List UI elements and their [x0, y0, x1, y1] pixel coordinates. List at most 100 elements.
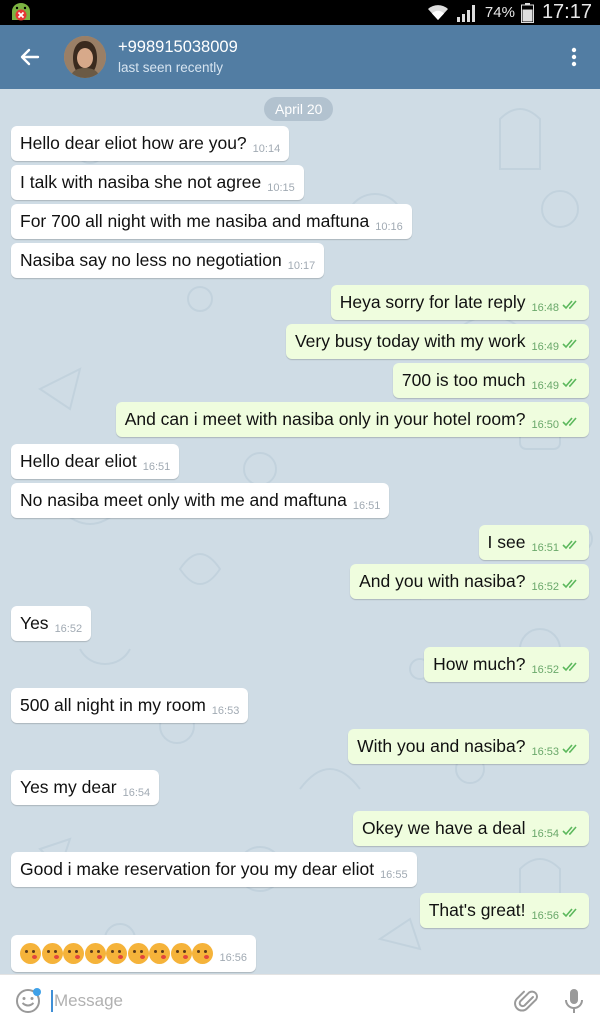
battery-icon — [520, 2, 534, 23]
message-bubble-outgoing[interactable]: Okey we have a deal 16:54 — [353, 811, 589, 846]
double-check-icon — [562, 339, 577, 349]
message-bubble-outgoing[interactable]: That's great! 16:56 — [419, 893, 589, 928]
contact-name[interactable]: +998915038009 — [118, 38, 238, 57]
kiss-emoji-icon — [106, 942, 127, 964]
message-time: 16:51 — [142, 461, 171, 473]
double-check-icon — [562, 826, 577, 836]
message-time: 16:48 — [531, 302, 559, 314]
emoji-row — [20, 942, 214, 964]
message-text: With you and nasiba? — [357, 736, 526, 756]
kiss-emoji-icon — [41, 942, 63, 964]
compose-bar — [0, 974, 600, 1024]
message-bubble-incoming[interactable]: 16:56 — [11, 935, 257, 972]
message-bubble-incoming[interactable]: I talk with nasiba she not agree 10:15 — [11, 165, 304, 200]
message-text: Very busy today with my work — [294, 331, 526, 351]
message-time: 16:56 — [531, 910, 559, 922]
signal-bars-icon — [456, 4, 475, 22]
paperclip-icon[interactable] — [514, 988, 540, 1014]
message-bubble-outgoing[interactable]: Very busy today with my work 16:49 — [285, 324, 589, 359]
message-text: That's great! — [428, 900, 526, 920]
message-time: 16:51 — [352, 500, 381, 512]
double-check-icon — [562, 417, 577, 427]
double-check-icon — [562, 662, 577, 672]
message-text: Good i make reservation for you my dear … — [20, 859, 375, 879]
message-time: 16:54 — [122, 787, 151, 799]
message-text: Nasiba say no less no negotiation — [20, 250, 282, 270]
message-time: 10:17 — [287, 260, 316, 272]
message-bubble-incoming[interactable]: Yes my dear 16:54 — [11, 770, 160, 805]
message-text: For 700 all night with me nasiba and maf… — [20, 211, 370, 231]
kiss-emoji-icon — [84, 942, 106, 964]
message-text: Hello dear eliot — [20, 451, 137, 471]
avatar[interactable] — [64, 36, 106, 78]
message-bubble-outgoing[interactable]: 700 is too much 16:49 — [392, 363, 589, 398]
message-bubble-outgoing[interactable]: With you and nasiba? 16:53 — [348, 729, 589, 764]
message-time: 16:54 — [531, 828, 559, 840]
message-time: 16:49 — [531, 380, 559, 392]
message-text: Yes — [20, 613, 49, 633]
message-bubble-incoming[interactable]: Hello dear eliot how are you? 10:14 — [11, 126, 290, 161]
microphone-icon[interactable] — [562, 987, 586, 1015]
message-bubble-incoming[interactable]: Yes 16:52 — [11, 606, 92, 641]
message-bubble-outgoing[interactable]: Heya sorry for late reply 16:48 — [330, 285, 589, 320]
battery-percent: 74% — [484, 4, 515, 21]
message-bubble-incoming[interactable]: No nasiba meet only with me and maftuna 1… — [11, 483, 390, 518]
message-bubble-incoming[interactable]: Nasiba say no less no negotiation 10:17 — [11, 243, 325, 278]
message-text: I talk with nasiba she not agree — [20, 172, 262, 192]
double-check-icon — [562, 579, 577, 589]
message-time: 16:53 — [531, 746, 559, 758]
double-check-icon — [562, 744, 577, 754]
message-text: Okey we have a deal — [362, 818, 526, 838]
message-time: 16:52 — [54, 623, 83, 635]
message-bubble-outgoing[interactable]: How much? 16:52 — [424, 647, 589, 682]
message-text: 700 is too much — [401, 370, 526, 390]
kiss-emoji-icon — [149, 942, 170, 964]
message-bubble-outgoing[interactable]: And you with nasiba? 16:52 — [350, 564, 589, 599]
chat-header: +998915038009 last seen recently — [0, 25, 600, 89]
double-check-icon — [562, 378, 577, 388]
message-time: 16:56 — [219, 952, 248, 964]
message-text: And you with nasiba? — [359, 571, 526, 591]
wifi-icon — [427, 4, 448, 20]
kiss-emoji-icon — [127, 942, 149, 964]
message-bubble-incoming[interactable]: Hello dear eliot 16:51 — [11, 444, 180, 479]
android-warning-icon — [12, 3, 30, 21]
kiss-emoji-icon — [20, 942, 41, 964]
status-bar: 74% 17:17 — [0, 0, 600, 25]
message-text: No nasiba meet only with me and maftuna — [20, 490, 347, 510]
kiss-emoji-icon — [192, 942, 213, 964]
kiss-emoji-icon — [170, 942, 192, 964]
message-text: Heya sorry for late reply — [339, 292, 526, 312]
message-time: 16:51 — [531, 542, 559, 554]
message-time: 16:50 — [531, 419, 559, 431]
clock: 17:17 — [541, 1, 592, 23]
message-bubble-incoming[interactable]: For 700 all night with me nasiba and maf… — [11, 204, 412, 239]
message-text: I see — [487, 532, 526, 552]
message-text: And can i meet with nasiba only in your … — [124, 409, 526, 429]
message-bubble-incoming[interactable]: 500 all night in my room 16:53 — [11, 688, 249, 723]
kiss-emoji-icon — [63, 942, 84, 964]
new-sticker-dot — [33, 988, 41, 996]
message-text: Yes my dear — [20, 777, 117, 797]
message-time: 16:55 — [380, 869, 408, 881]
message-time: 16:52 — [531, 664, 559, 676]
double-check-icon — [562, 300, 577, 310]
message-time: 10:15 — [267, 182, 295, 194]
arrow-back-icon[interactable] — [16, 43, 44, 71]
message-input[interactable] — [54, 988, 494, 1014]
message-text: 500 all night in my room — [20, 695, 206, 715]
more-vert-icon[interactable] — [562, 45, 586, 69]
date-separator: April 20 — [264, 97, 334, 121]
message-text: Hello dear eliot how are you? — [20, 133, 247, 153]
message-bubble-incoming[interactable]: Good i make reservation for you my dear … — [11, 852, 417, 887]
double-check-icon — [562, 540, 577, 550]
message-time: 10:16 — [375, 221, 403, 233]
message-time: 16:49 — [531, 341, 559, 353]
message-list[interactable]: April 20 Hello dear eliot how are you? 10… — [0, 89, 600, 974]
message-text: How much? — [433, 654, 526, 674]
message-bubble-outgoing[interactable]: And can i meet with nasiba only in your … — [115, 402, 589, 437]
double-check-icon — [562, 908, 577, 918]
message-time: 16:52 — [531, 581, 559, 593]
message-bubble-outgoing[interactable]: I see 16:51 — [478, 525, 589, 560]
message-time: 16:53 — [211, 705, 240, 717]
